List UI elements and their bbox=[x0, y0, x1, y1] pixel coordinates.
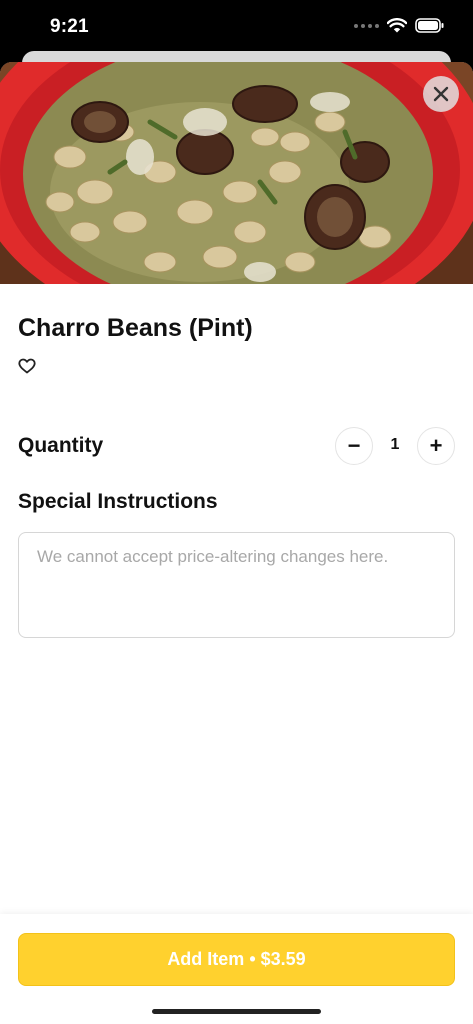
special-instructions-input[interactable] bbox=[18, 532, 455, 638]
plus-icon: + bbox=[429, 433, 443, 458]
quantity-value: 1 bbox=[390, 436, 400, 453]
item-detail-sheet: Charro Beans (Pint) Quantity − 1 + Speci… bbox=[0, 62, 473, 1024]
quantity-label: Quantity bbox=[18, 434, 104, 457]
battery-icon bbox=[415, 18, 444, 33]
wifi-icon bbox=[387, 18, 407, 33]
home-indicator bbox=[152, 1009, 321, 1014]
increment-button[interactable]: + bbox=[417, 427, 455, 465]
status-bar: 9:21 bbox=[0, 0, 473, 52]
status-time: 9:21 bbox=[50, 16, 89, 37]
heart-icon bbox=[18, 358, 36, 374]
item-title: Charro Beans (Pint) bbox=[18, 314, 253, 342]
item-image bbox=[0, 62, 473, 284]
decrement-button[interactable]: − bbox=[335, 427, 373, 465]
add-item-button[interactable]: Add Item • $3.59 bbox=[18, 933, 455, 986]
minus-icon: − bbox=[347, 433, 361, 458]
status-icons bbox=[354, 18, 445, 33]
favorite-button[interactable] bbox=[18, 358, 38, 376]
footer-bar: Add Item • $3.59 bbox=[0, 914, 473, 1024]
close-icon bbox=[433, 86, 449, 102]
special-instructions-label: Special Instructions bbox=[18, 490, 218, 513]
signal-dots-icon bbox=[354, 23, 379, 28]
close-button[interactable] bbox=[423, 76, 459, 112]
